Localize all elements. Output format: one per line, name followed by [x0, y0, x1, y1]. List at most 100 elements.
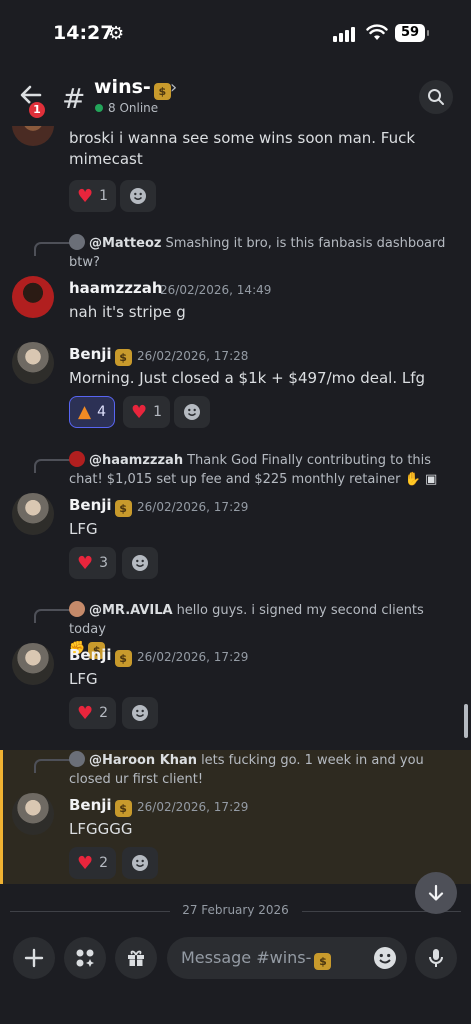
chevron-right-icon[interactable]: ›	[170, 77, 177, 98]
message-input[interactable]: Message #wins- $	[167, 937, 407, 979]
add-reaction-button[interactable]	[122, 547, 158, 579]
message-timestamp: 26/02/2026, 14:49	[160, 283, 272, 297]
message-author[interactable]: Benji $	[69, 345, 132, 366]
message-author[interactable]: haamzzzah	[69, 279, 163, 297]
unread-badge: 1	[27, 100, 47, 120]
author-name: Benji	[69, 496, 112, 514]
battery-tip	[427, 30, 429, 36]
avatar[interactable]	[12, 643, 54, 685]
jump-down-icon	[428, 884, 444, 901]
message-author[interactable]: Benji $	[69, 796, 132, 817]
message-timestamp: 26/02/2026, 17:29	[137, 800, 249, 814]
message-text: LFG	[69, 520, 98, 538]
reaction-count: 1	[153, 404, 163, 420]
author-name: Benji	[69, 345, 112, 363]
reply-author: @MR.AVILA	[89, 603, 173, 618]
apps-button[interactable]	[64, 937, 106, 979]
avatar[interactable]	[12, 126, 54, 146]
fire-icon: ▲	[78, 402, 92, 422]
reply-preview[interactable]: @Matteoz Smashing it bro, is this fanbasi…	[69, 234, 464, 272]
reaction-fire[interactable]: ▲ 4	[69, 396, 115, 428]
reaction-heart[interactable]: ♥ 1	[69, 180, 117, 212]
jump-to-present-button[interactable]	[415, 872, 457, 914]
money-bag-icon: $	[153, 83, 171, 100]
reply-connector	[34, 459, 70, 473]
reaction-heart[interactable]: ♥ 2	[69, 697, 117, 729]
channel-name: wins-	[94, 76, 151, 98]
battery-level: 59	[395, 24, 425, 42]
reply-preview[interactable]: @Haroon Khan lets fucking go. 1 week in a…	[69, 751, 464, 789]
heart-icon: ♥	[77, 185, 94, 207]
add-reaction-icon	[184, 404, 200, 420]
add-reaction-button[interactable]	[122, 847, 158, 879]
reply-avatar	[69, 451, 85, 467]
message-text: nah it's stripe g	[69, 303, 186, 321]
avatar[interactable]	[12, 793, 54, 835]
online-label: 8 Online	[108, 101, 159, 115]
scrollbar[interactable]	[464, 704, 468, 738]
placeholder-text: Message #wins-	[181, 948, 312, 967]
add-attachment-button[interactable]	[13, 937, 55, 979]
composer-bar: Message #wins- $	[0, 930, 471, 1024]
author-name: Benji	[69, 796, 112, 814]
avatar[interactable]	[12, 276, 54, 318]
money-bag-icon: $	[114, 349, 132, 366]
add-reaction-button[interactable]	[120, 180, 156, 212]
add-reaction-button[interactable]	[174, 396, 210, 428]
praying-hands-icon: ✋	[400, 472, 421, 487]
message-author[interactable]: Benji $	[69, 646, 132, 667]
add-reaction-icon	[132, 705, 148, 721]
reaction-heart[interactable]: ♥ 1	[123, 396, 171, 428]
reply-avatar	[69, 751, 85, 767]
reaction-count: 2	[99, 705, 109, 721]
gear-icon: ⚙	[108, 23, 125, 44]
add-reaction-button[interactable]	[122, 697, 158, 729]
apps-icon	[76, 949, 94, 967]
message-text: LFG	[69, 670, 98, 688]
reply-preview[interactable]: @haamzzzah Thank God Finally contributing…	[69, 451, 464, 489]
search-button[interactable]	[419, 80, 453, 114]
reaction-count: 4	[97, 404, 106, 420]
money-bag-icon: $	[114, 650, 132, 667]
message-timestamp: 26/02/2026, 17:29	[137, 500, 249, 514]
date-divider: 27 February 2026	[10, 902, 461, 922]
message-timestamp: 26/02/2026, 17:28	[137, 349, 249, 363]
reaction-count: 3	[99, 555, 109, 571]
gift-button[interactable]	[115, 937, 157, 979]
reply-avatar	[69, 601, 85, 617]
reaction-heart[interactable]: ♥ 3	[69, 547, 117, 579]
add-reaction-icon	[130, 188, 146, 204]
author-name: Benji	[69, 646, 112, 664]
image-icon: ▣	[420, 472, 438, 487]
reply-avatar	[69, 234, 85, 250]
reply-connector	[34, 759, 70, 773]
message-text: Morning. Just closed a $1k + $497/mo dea…	[69, 369, 426, 387]
channel-title[interactable]: wins- $	[94, 76, 171, 100]
message-author[interactable]: Benji $	[69, 496, 132, 517]
heart-icon: ♥	[77, 702, 94, 724]
money-bag-icon: $	[114, 500, 132, 517]
reaction-count: 2	[99, 855, 109, 871]
hash-icon: #	[62, 82, 86, 115]
reaction-heart[interactable]: ♥ 2	[69, 847, 117, 879]
avatar[interactable]	[12, 493, 54, 535]
reply-connector	[34, 242, 70, 256]
add-reaction-icon	[132, 555, 148, 571]
plus-icon	[24, 948, 44, 968]
message-list[interactable]: broski i wanna see some wins soon man. F…	[0, 126, 471, 926]
date-divider-label: 27 February 2026	[182, 903, 289, 917]
money-bag-icon: $	[114, 800, 132, 817]
gift-icon	[128, 950, 144, 966]
signal-icon	[333, 27, 355, 42]
wifi-icon	[366, 24, 388, 40]
avatar[interactable]	[12, 342, 54, 384]
message-timestamp: 26/02/2026, 17:29	[137, 650, 249, 664]
status-time: 14:27	[53, 22, 114, 44]
online-dot	[95, 104, 103, 112]
heart-icon: ♥	[77, 552, 94, 574]
status-bar: 14:27 ⚙ 59	[0, 0, 471, 68]
voice-message-button[interactable]	[415, 937, 457, 979]
reaction-count: 1	[99, 188, 109, 204]
add-reaction-icon	[132, 855, 148, 871]
emoji-icon[interactable]	[373, 946, 397, 970]
